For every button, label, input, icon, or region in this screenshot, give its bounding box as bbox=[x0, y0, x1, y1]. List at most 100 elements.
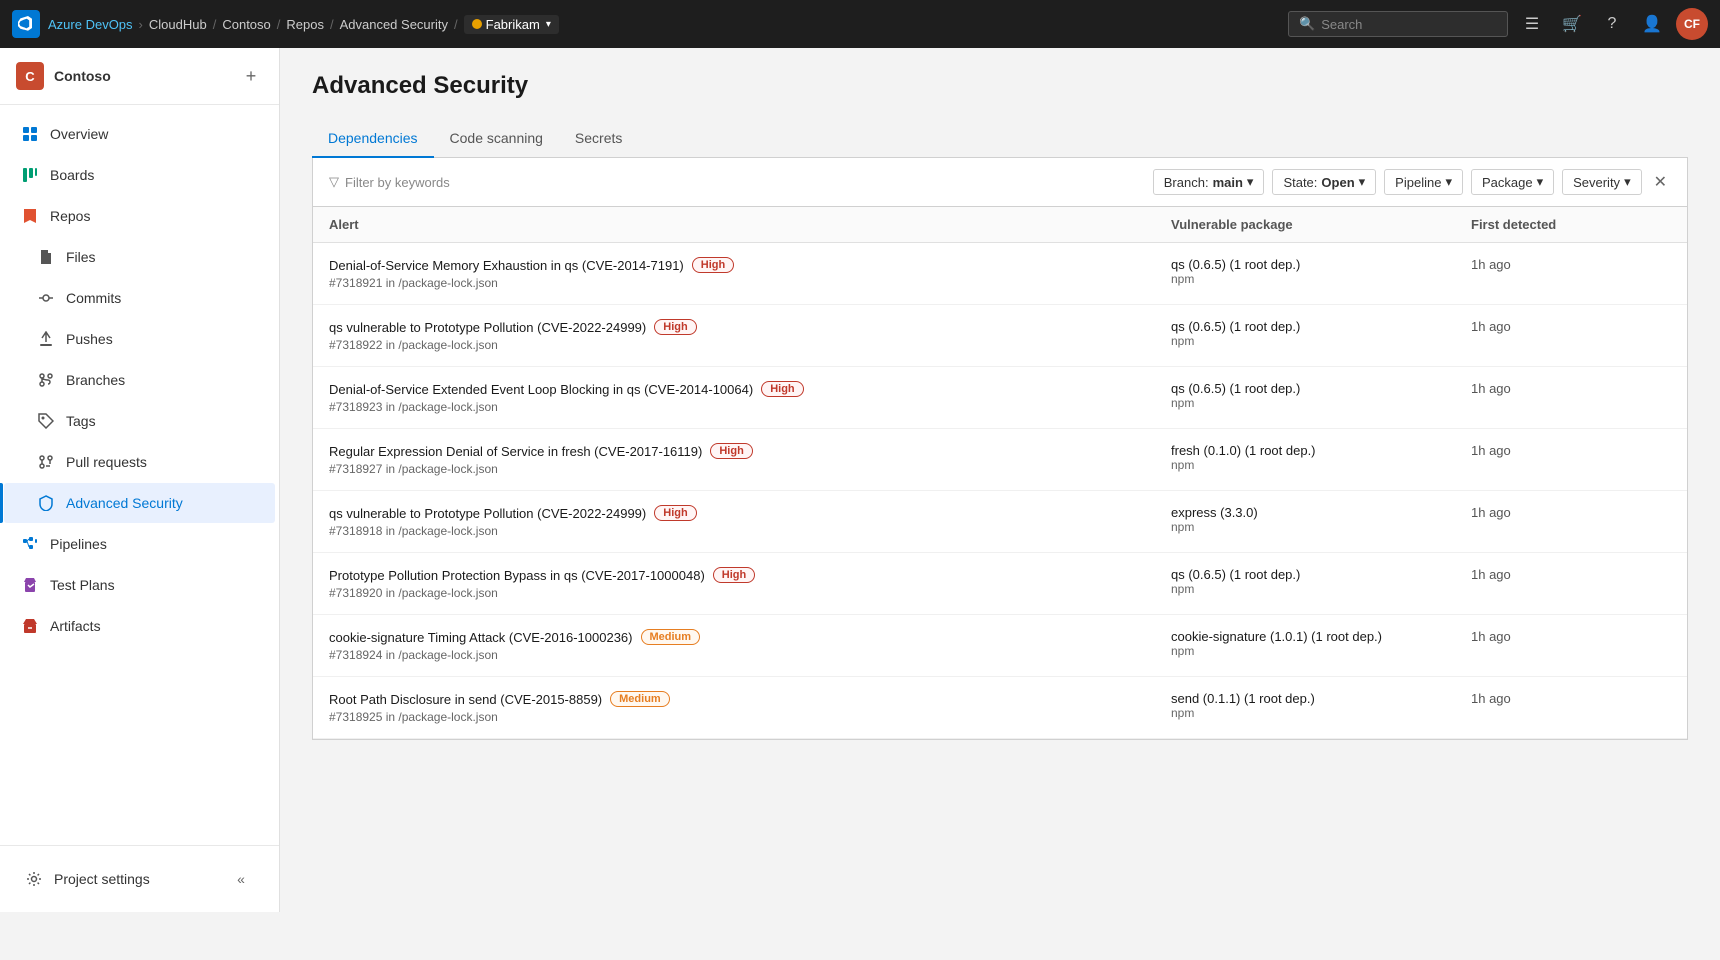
sidebar-item-label: Commits bbox=[66, 290, 121, 306]
filter-icon: ▽ bbox=[329, 174, 339, 190]
first-detected: 1h ago bbox=[1471, 629, 1671, 644]
breadcrumb-repos[interactable]: Repos bbox=[286, 17, 324, 32]
sidebar-item-label: Branches bbox=[66, 372, 125, 388]
package-label: Package bbox=[1482, 175, 1533, 190]
sidebar-item-project-settings[interactable]: Project settings « bbox=[8, 855, 271, 903]
package-type: npm bbox=[1171, 582, 1471, 596]
sidebar-item-commits[interactable]: Commits bbox=[4, 278, 275, 318]
table-row[interactable]: qs vulnerable to Prototype Pollution (CV… bbox=[313, 305, 1687, 367]
package-cell: express (3.3.0) npm bbox=[1171, 505, 1471, 534]
package-name: send (0.1.1) (1 root dep.) bbox=[1171, 691, 1471, 706]
severity-badge: Medium bbox=[610, 691, 670, 707]
severity-filter[interactable]: Severity ▾ bbox=[1562, 169, 1642, 195]
branch-label: Branch: bbox=[1164, 175, 1209, 190]
table-row[interactable]: Prototype Pollution Protection Bypass in… bbox=[313, 553, 1687, 615]
package-type: npm bbox=[1171, 644, 1471, 658]
package-cell: qs (0.6.5) (1 root dep.) npm bbox=[1171, 381, 1471, 410]
sidebar-item-files[interactable]: Files bbox=[4, 237, 275, 277]
azure-devops-logo[interactable] bbox=[12, 10, 40, 38]
brand-link[interactable]: Azure DevOps bbox=[48, 17, 133, 32]
sidebar-item-test-plans[interactable]: Test Plans bbox=[4, 565, 275, 605]
package-name: express (3.3.0) bbox=[1171, 505, 1471, 520]
severity-badge: High bbox=[710, 443, 752, 459]
sidebar-item-label: Advanced Security bbox=[66, 495, 183, 511]
collapse-sidebar-button[interactable]: « bbox=[227, 865, 255, 893]
alert-title: qs vulnerable to Prototype Pollution (CV… bbox=[329, 319, 1171, 335]
breadcrumb: Azure DevOps › CloudHub / Contoso / Repo… bbox=[48, 15, 559, 34]
profile-icon[interactable]: 👤 bbox=[1636, 8, 1668, 40]
sidebar-item-pushes[interactable]: Pushes bbox=[4, 319, 275, 359]
col-detected: First detected bbox=[1471, 217, 1671, 232]
first-detected: 1h ago bbox=[1471, 505, 1671, 520]
breadcrumb-advanced-security[interactable]: Advanced Security bbox=[340, 17, 448, 32]
tab-dependencies[interactable]: Dependencies bbox=[312, 120, 434, 158]
filter-controls: Branch: main ▾ State: Open ▾ Pipeline ▾ … bbox=[1153, 168, 1671, 196]
alert-title: Denial-of-Service Extended Event Loop Bl… bbox=[329, 381, 1171, 397]
app-layout: C Contoso + Overview Boards bbox=[0, 48, 1720, 912]
sidebar-item-advanced-security[interactable]: Advanced Security bbox=[4, 483, 275, 523]
table-row[interactable]: Denial-of-Service Extended Event Loop Bl… bbox=[313, 367, 1687, 429]
state-filter[interactable]: State: Open ▾ bbox=[1272, 169, 1376, 195]
top-nav-right: 🔍 ☰ 🛒 ? 👤 CF bbox=[1288, 8, 1708, 40]
table-header: Alert Vulnerable package First detected bbox=[313, 207, 1687, 243]
package-type: npm bbox=[1171, 334, 1471, 348]
branch-filter[interactable]: Branch: main ▾ bbox=[1153, 169, 1265, 195]
sidebar-item-artifacts[interactable]: Artifacts bbox=[4, 606, 275, 646]
alert-title: cookie-signature Timing Attack (CVE-2016… bbox=[329, 629, 1171, 645]
col-alert: Alert bbox=[329, 217, 1171, 232]
sidebar-item-boards[interactable]: Boards bbox=[4, 155, 275, 195]
tab-secrets[interactable]: Secrets bbox=[559, 120, 638, 158]
tab-code-scanning[interactable]: Code scanning bbox=[434, 120, 559, 158]
sidebar-item-overview[interactable]: Overview bbox=[4, 114, 275, 154]
package-cell: send (0.1.1) (1 root dep.) npm bbox=[1171, 691, 1471, 720]
artifacts-icon bbox=[20, 616, 40, 636]
alert-title: Regular Expression Denial of Service in … bbox=[329, 443, 1171, 459]
sidebar-item-pull-requests[interactable]: Pull requests bbox=[4, 442, 275, 482]
table-row[interactable]: Denial-of-Service Memory Exhaustion in q… bbox=[313, 243, 1687, 305]
avatar[interactable]: CF bbox=[1676, 8, 1708, 40]
breadcrumb-repo-pill[interactable]: Fabrikam ▾ bbox=[464, 15, 559, 34]
first-detected: 1h ago bbox=[1471, 567, 1671, 582]
branch-value: main bbox=[1213, 175, 1243, 190]
alert-cell: Prototype Pollution Protection Bypass in… bbox=[329, 567, 1171, 600]
breadcrumb-cloudhub[interactable]: CloudHub bbox=[149, 17, 207, 32]
settings-icon bbox=[24, 869, 44, 889]
sidebar-item-tags[interactable]: Tags bbox=[4, 401, 275, 441]
commits-icon bbox=[36, 288, 56, 308]
org-name: Contoso bbox=[54, 68, 229, 84]
package-type: npm bbox=[1171, 706, 1471, 720]
package-type: npm bbox=[1171, 458, 1471, 472]
add-org-button[interactable]: + bbox=[239, 64, 263, 88]
basket-icon[interactable]: 🛒 bbox=[1556, 8, 1588, 40]
sidebar-item-pipelines[interactable]: Pipelines bbox=[4, 524, 275, 564]
alert-cell: Regular Expression Denial of Service in … bbox=[329, 443, 1171, 476]
table-row[interactable]: Root Path Disclosure in send (CVE-2015-8… bbox=[313, 677, 1687, 739]
pipeline-filter[interactable]: Pipeline ▾ bbox=[1384, 169, 1463, 195]
package-filter[interactable]: Package ▾ bbox=[1471, 169, 1554, 195]
help-icon[interactable]: ? bbox=[1596, 8, 1628, 40]
chevron-down-icon: ▾ bbox=[546, 19, 551, 30]
package-cell: cookie-signature (1.0.1) (1 root dep.) n… bbox=[1171, 629, 1471, 658]
table-row[interactable]: cookie-signature Timing Attack (CVE-2016… bbox=[313, 615, 1687, 677]
search-input[interactable] bbox=[1321, 17, 1497, 32]
sidebar-item-label: Pull requests bbox=[66, 454, 147, 470]
sidebar-item-branches[interactable]: Branches bbox=[4, 360, 275, 400]
sidebar-item-repos[interactable]: Repos bbox=[4, 196, 275, 236]
clear-filters-button[interactable]: ✕ bbox=[1650, 168, 1671, 196]
alert-subtitle: #7318924 in /package-lock.json bbox=[329, 648, 1171, 662]
table-row[interactable]: Regular Expression Denial of Service in … bbox=[313, 429, 1687, 491]
package-type: npm bbox=[1171, 520, 1471, 534]
state-label: State: bbox=[1283, 175, 1317, 190]
filter-keyword[interactable]: ▽ Filter by keywords bbox=[329, 174, 1141, 190]
table-row[interactable]: qs vulnerable to Prototype Pollution (CV… bbox=[313, 491, 1687, 553]
severity-badge: Medium bbox=[641, 629, 701, 645]
chevron-down-icon: ▾ bbox=[1445, 174, 1452, 190]
sidebar-item-label: Pipelines bbox=[50, 536, 107, 552]
state-value: Open bbox=[1321, 175, 1354, 190]
package-name: qs (0.6.5) (1 root dep.) bbox=[1171, 257, 1471, 272]
settings-icon[interactable]: ☰ bbox=[1516, 8, 1548, 40]
breadcrumb-contoso[interactable]: Contoso bbox=[222, 17, 270, 32]
sidebar: C Contoso + Overview Boards bbox=[0, 48, 280, 912]
overview-icon bbox=[20, 124, 40, 144]
search-box[interactable]: 🔍 bbox=[1288, 11, 1508, 37]
